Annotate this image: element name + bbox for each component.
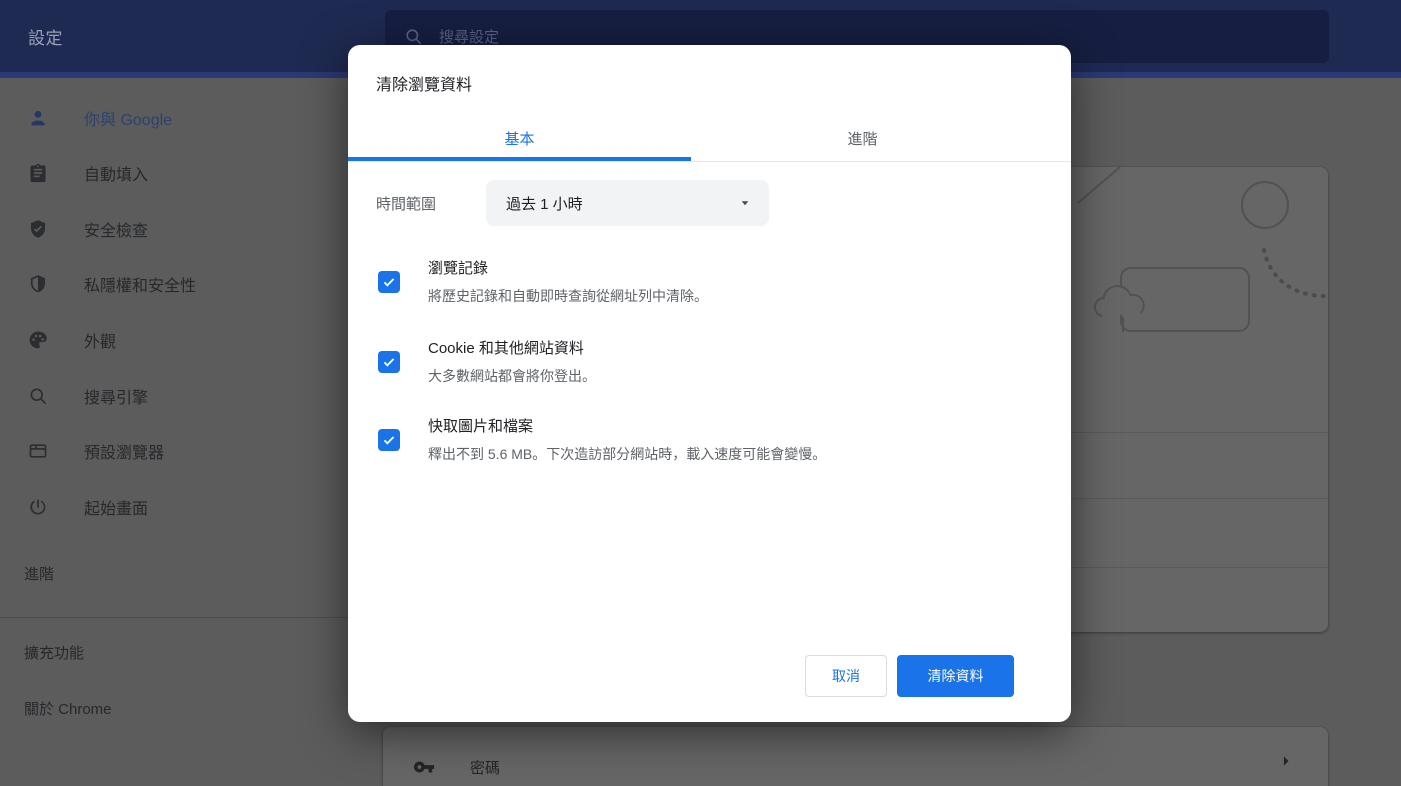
cookies-checkbox[interactable] <box>378 351 400 373</box>
cancel-button[interactable]: 取消 <box>805 655 887 697</box>
sidebar-item-safety-check[interactable]: 安全檢查 <box>0 208 348 250</box>
sidebar-item-label: 安全檢查 <box>84 217 148 241</box>
sidebar-item-about-chrome[interactable]: 關於 Chrome <box>0 687 348 729</box>
tabs-divider <box>348 161 1071 162</box>
page-title: 設定 <box>28 0 63 72</box>
search-icon <box>404 27 423 46</box>
passwords-label: 密碼 <box>470 757 500 778</box>
checkbox-description: 釋出不到 5.6 MB。下次造訪部分網站時，載入速度可能會變慢。 <box>428 441 826 467</box>
time-range-select[interactable]: 過去 1 小時 <box>486 180 769 226</box>
about-label: 關於 Chrome <box>24 698 112 719</box>
browsing-history-row: 瀏覽記錄 將歷史記錄和自動即時查詢從網址列中清除。 <box>378 255 1031 309</box>
checkbox-title: 快取圖片和檔案 <box>428 413 826 441</box>
settings-sidebar: 你與 Google 自動填入 安全檢查 私隱權和安全性 <box>0 78 348 786</box>
dialog-buttons: 取消 清除資料 <box>805 655 1014 697</box>
clipboard-icon <box>28 163 48 183</box>
browser-window-icon <box>28 441 48 461</box>
tab-basic[interactable]: 基本 <box>348 115 691 161</box>
dropdown-caret-icon <box>739 197 751 209</box>
sidebar-item-label: 外觀 <box>84 328 116 352</box>
sync-illustration <box>1066 167 1328 367</box>
time-range-value: 過去 1 小時 <box>506 193 583 214</box>
passwords-row[interactable]: 密碼 <box>383 727 1328 786</box>
sidebar-divider <box>0 617 348 618</box>
browsing-history-checkbox[interactable] <box>378 271 400 293</box>
checkbox-description: 大多數網站都會將你登出。 <box>428 363 596 389</box>
time-range-label: 時間範圍 <box>376 180 436 226</box>
sidebar-item-search-engine[interactable]: 搜尋引擎 <box>0 375 348 417</box>
palette-icon <box>28 330 48 350</box>
sidebar-item-label: 私隱權和安全性 <box>84 272 196 296</box>
sidebar-item-label: 自動填入 <box>84 161 148 185</box>
chevron-right-icon <box>1276 751 1296 771</box>
key-icon <box>413 756 435 778</box>
sidebar-item-autofill[interactable]: 自動填入 <box>0 152 348 194</box>
sidebar-item-label: 預設瀏覽器 <box>84 439 164 463</box>
sidebar-item-you-and-google[interactable]: 你與 Google <box>0 97 348 139</box>
checkbox-description: 將歷史記錄和自動即時查詢從網址列中清除。 <box>428 283 708 309</box>
privacy-shield-icon <box>28 274 48 294</box>
shield-check-icon <box>28 219 48 239</box>
check-icon <box>381 432 397 448</box>
sidebar-item-appearance[interactable]: 外觀 <box>0 319 348 361</box>
dialog-tabs: 基本 進階 <box>348 115 1071 161</box>
sidebar-item-privacy-security[interactable]: 私隱權和安全性 <box>0 263 348 305</box>
search-placeholder: 搜尋設定 <box>439 26 499 47</box>
power-icon <box>28 497 48 517</box>
chrome-settings-page: 設定 搜尋設定 你與 Google 自動填入 <box>0 0 1401 786</box>
search-icon <box>28 386 48 406</box>
cookies-row: Cookie 和其他網站資料 大多數網站都會將你登出。 <box>378 335 1031 389</box>
checkbox-title: 瀏覽記錄 <box>428 255 708 283</box>
sidebar-item-label: 搜尋引擎 <box>84 384 148 408</box>
cached-images-checkbox[interactable] <box>378 429 400 451</box>
person-icon <box>28 108 48 128</box>
tab-advanced[interactable]: 進階 <box>691 115 1034 161</box>
checkbox-title: Cookie 和其他網站資料 <box>428 335 596 363</box>
sidebar-advanced-toggle[interactable]: 進階 <box>0 552 348 594</box>
sidebar-item-default-browser[interactable]: 預設瀏覽器 <box>0 430 348 472</box>
check-icon <box>381 274 397 290</box>
sidebar-item-label: 你與 Google <box>84 106 172 130</box>
cached-images-row: 快取圖片和檔案 釋出不到 5.6 MB。下次造訪部分網站時，載入速度可能會變慢。 <box>378 413 1031 467</box>
advanced-label: 進階 <box>24 563 54 584</box>
extensions-label: 擴充功能 <box>24 642 84 663</box>
dialog-title: 清除瀏覽資料 <box>376 75 472 97</box>
sidebar-item-extensions[interactable]: 擴充功能 <box>0 631 348 673</box>
clear-browsing-data-dialog: 清除瀏覽資料 基本 進階 時間範圍 過去 1 小時 瀏覽記錄 將歷史記錄和自動即… <box>348 45 1071 722</box>
check-icon <box>381 354 397 370</box>
sidebar-item-label: 起始畫面 <box>84 495 148 519</box>
clear-data-button[interactable]: 清除資料 <box>897 655 1014 697</box>
sidebar-item-on-startup[interactable]: 起始畫面 <box>0 486 348 528</box>
